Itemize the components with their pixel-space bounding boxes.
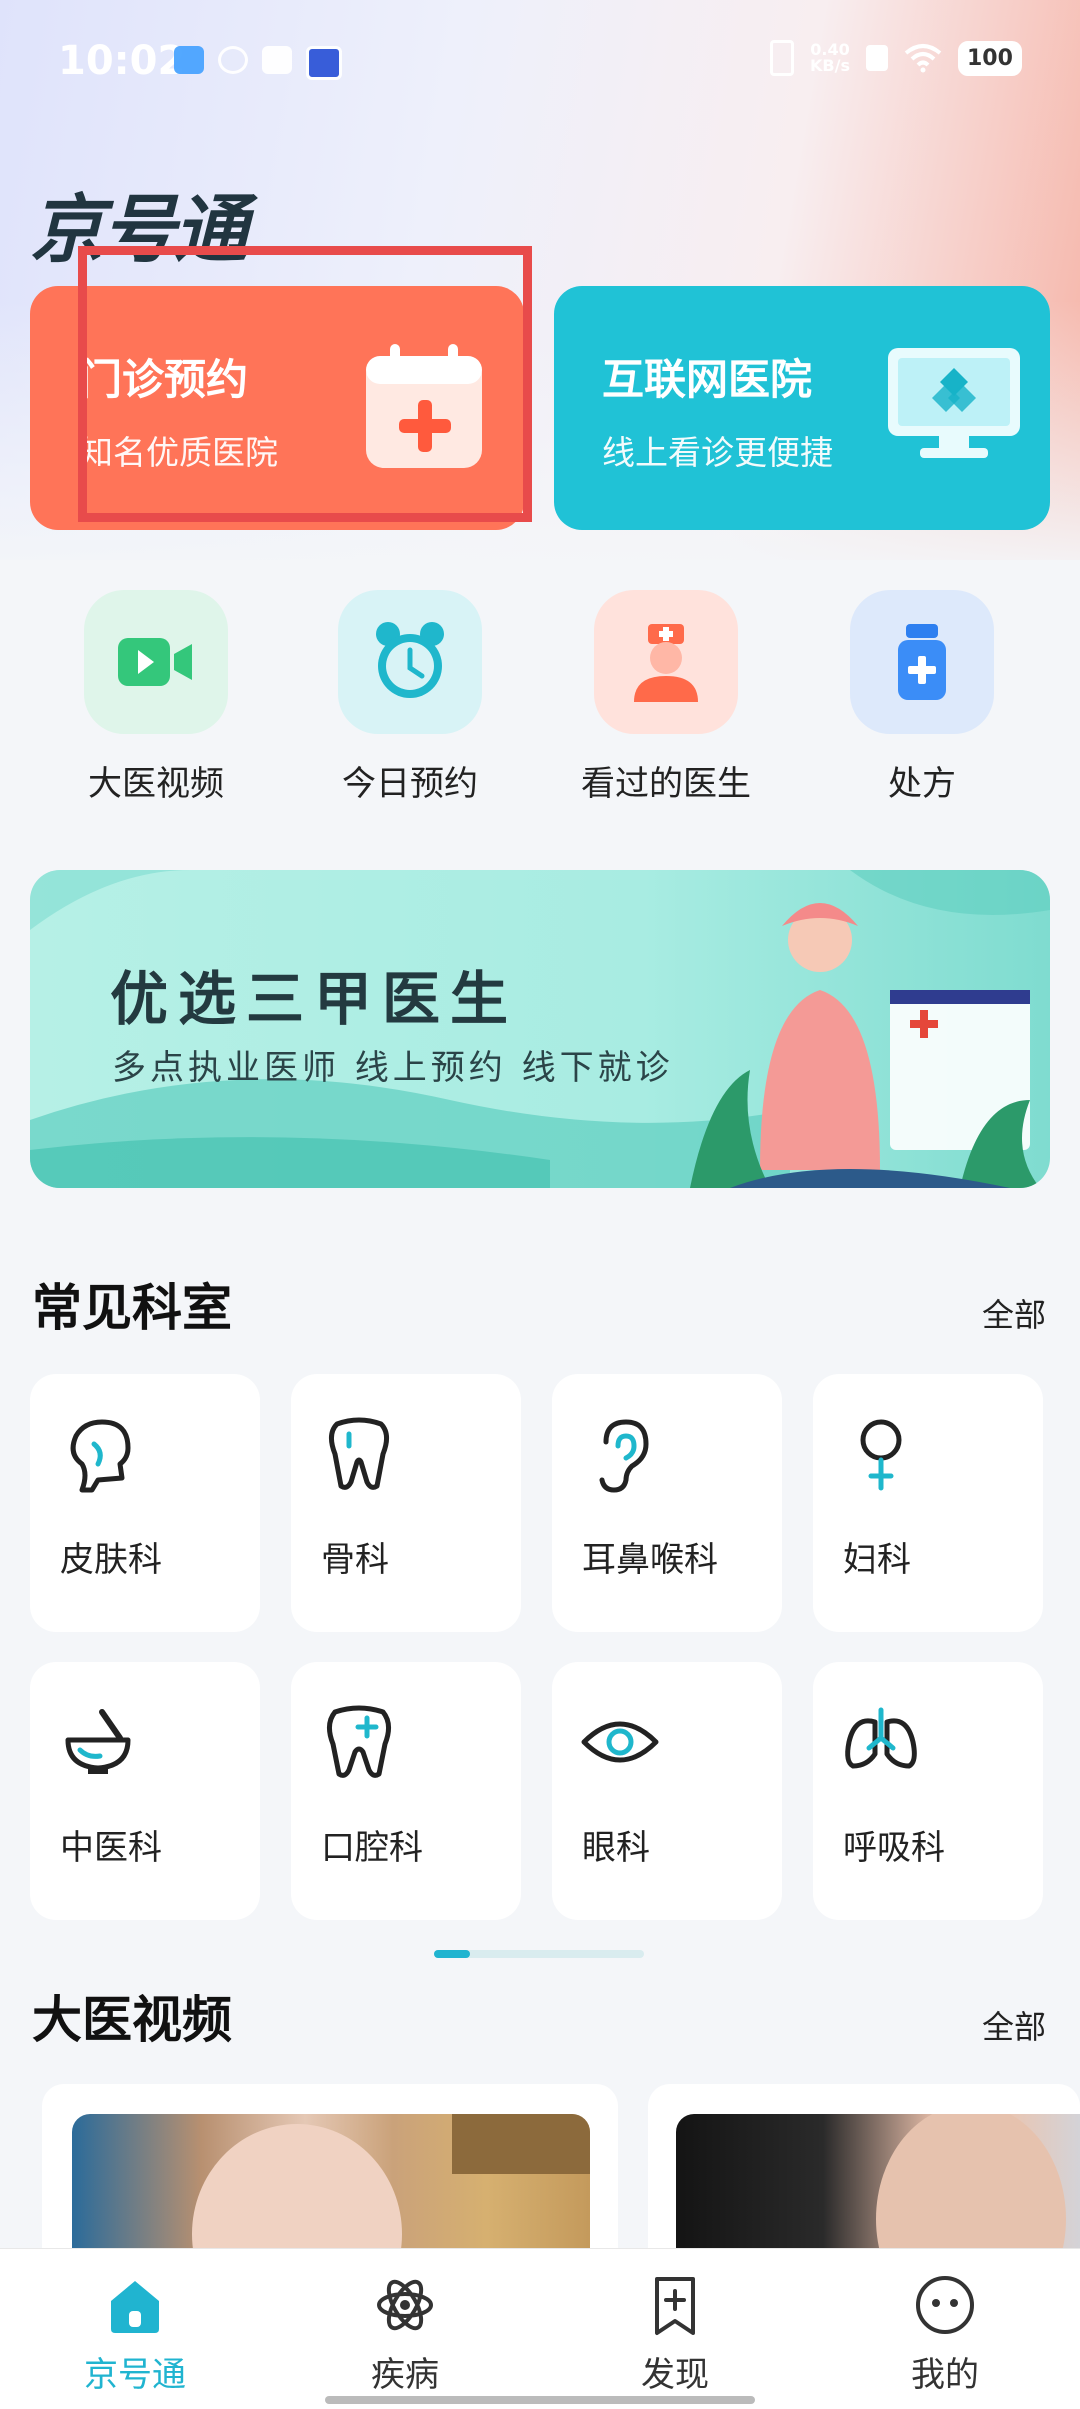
- head-profile-icon: [70, 1419, 131, 1493]
- dept-label: 妇科: [843, 1540, 911, 1580]
- quick-item-visited-doctors[interactable]: 看过的医生: [546, 590, 786, 810]
- internet-hospital-card[interactable]: 互联网医院 线上看诊更便捷: [554, 286, 1050, 530]
- tab-label-diseases: 疾病: [371, 2355, 439, 2395]
- tab-label-home: 京号通: [84, 2355, 186, 2395]
- weather-icon: [174, 46, 204, 74]
- videos-more-link[interactable]: 全部: [982, 2002, 1046, 2048]
- quick-item-video[interactable]: 大医视频: [36, 590, 276, 810]
- dept-gynecology[interactable]: 妇科: [813, 1374, 1043, 1632]
- quick-item-prescription[interactable]: 处方: [802, 590, 1042, 810]
- dept-label: 骨科: [321, 1540, 389, 1580]
- status-bar: 10:02 0.40 KB/s 100: [0, 0, 1080, 120]
- dept-label: 中医科: [60, 1828, 162, 1868]
- net-speed: 0.40 KB/s: [810, 42, 850, 74]
- quick-label-prescription: 处方: [888, 764, 956, 804]
- bookmark-plus-icon: [655, 2277, 695, 2335]
- dept-label: 耳鼻喉科: [582, 1540, 718, 1580]
- tab-discover[interactable]: 发现: [540, 2249, 810, 2399]
- internet-hospital-card-title: 互联网医院: [602, 355, 813, 404]
- quick-icon-bg: [338, 590, 482, 734]
- highlight-box: [78, 246, 532, 522]
- tab-label-mine: 我的: [911, 2355, 979, 2395]
- shelf-decoration: [452, 2114, 590, 2174]
- vibrate-icon: [770, 40, 794, 76]
- quick-label-doctors: 看过的医生: [581, 764, 751, 804]
- mortar-pestle-icon: [65, 1709, 131, 1774]
- quick-item-today-appointment[interactable]: 今日预约: [290, 590, 530, 810]
- banner-subtitle: 多点执业医师 线上预约 线下就诊: [112, 1048, 674, 1088]
- departments-more-link[interactable]: 全部: [982, 1290, 1046, 1336]
- tab-label-discover: 发现: [641, 2355, 709, 2395]
- dept-label: 口腔科: [321, 1828, 423, 1868]
- alarm-clock-icon: [376, 622, 444, 698]
- quick-icon-bg: [594, 590, 738, 734]
- tooth-plus-icon: [327, 1705, 391, 1778]
- sim-off-icon: [865, 45, 888, 71]
- dept-respiratory[interactable]: 呼吸科: [813, 1662, 1043, 1920]
- dept-tcm[interactable]: 中医科: [30, 1662, 260, 1920]
- internet-hospital-card-subtitle: 线上看诊更便捷: [602, 433, 833, 472]
- planet-icon: [218, 46, 248, 74]
- net-speed-unit: KB/s: [810, 56, 850, 75]
- dept-orthopedics[interactable]: 骨科: [291, 1374, 521, 1632]
- tooth-bone-icon: [329, 1417, 389, 1490]
- home-icon: [111, 2281, 159, 2333]
- page-indicator: [434, 1950, 644, 1958]
- app-notification-icon: [306, 46, 342, 80]
- lungs-icon: [845, 1707, 917, 1769]
- tab-mine[interactable]: 我的: [810, 2249, 1080, 2399]
- page-indicator-active: [434, 1950, 470, 1958]
- dept-ophthalmology[interactable]: 眼科: [552, 1662, 782, 1920]
- dept-dermatology[interactable]: 皮肤科: [30, 1374, 260, 1632]
- smiley-icon: [916, 2276, 974, 2334]
- dept-label: 眼科: [582, 1828, 650, 1868]
- dept-ent[interactable]: 耳鼻喉科: [552, 1374, 782, 1632]
- notification-icons: [174, 46, 342, 80]
- quick-icon-bg: [84, 590, 228, 734]
- promo-banner[interactable]: 优选三甲医生 多点执业医师 线上预约 线下就诊: [30, 870, 1050, 1188]
- banner-title: 优选三甲医生: [110, 965, 519, 1033]
- status-right: 0.40 KB/s 100: [770, 40, 1022, 76]
- quick-label-today: 今日预约: [342, 764, 478, 804]
- videos-title: 大医视频: [32, 1991, 232, 2049]
- eye-icon: [581, 1721, 659, 1763]
- quick-icon-bg: [850, 590, 994, 734]
- dept-label: 呼吸科: [843, 1828, 945, 1868]
- departments-title: 常见科室: [32, 1279, 232, 1337]
- monitor-cross-icon: [888, 348, 1020, 458]
- battery-indicator: 100: [957, 40, 1022, 76]
- medicine-bottle-icon: [898, 624, 946, 700]
- quick-label-video: 大医视频: [88, 764, 224, 804]
- video-camera-icon: [118, 638, 192, 686]
- tab-diseases[interactable]: 疾病: [270, 2249, 540, 2399]
- nurse-icon: [634, 624, 698, 702]
- tab-home[interactable]: 京号通: [0, 2249, 270, 2399]
- home-indicator[interactable]: [325, 2396, 755, 2404]
- bottom-tab-bar: 京号通 疾病 发现 我的: [0, 2248, 1080, 2409]
- atom-icon: [377, 2279, 433, 2331]
- dept-stomatology[interactable]: 口腔科: [291, 1662, 521, 1920]
- ear-icon: [599, 1419, 649, 1493]
- wifi-icon: [904, 44, 942, 73]
- dept-label: 皮肤科: [60, 1540, 162, 1580]
- female-symbol-icon: [860, 1419, 902, 1491]
- status-time: 10:02: [58, 38, 186, 84]
- mail-icon: [262, 46, 292, 74]
